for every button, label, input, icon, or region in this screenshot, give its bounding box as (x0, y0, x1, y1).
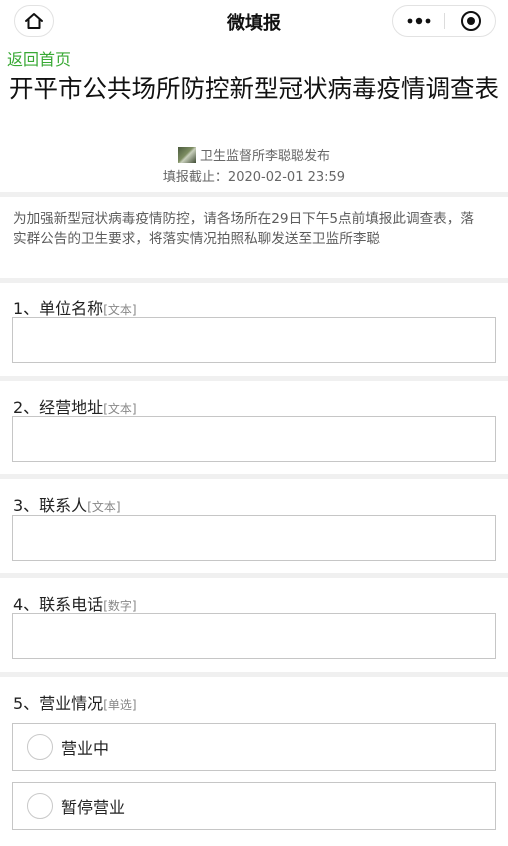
radio-option-label: 暂停营业 (61, 798, 126, 817)
target-close-icon (461, 11, 481, 31)
radio-option-suspended[interactable]: 暂停营业 (12, 782, 496, 830)
question-1-label: 1、单位名称[文本] (13, 295, 137, 319)
question-2-label: 2、经营地址[文本] (13, 394, 137, 418)
question-5-type: [单选] (103, 698, 137, 712)
section-divider (0, 672, 508, 677)
question-1-type: [文本] (103, 303, 137, 317)
more-dots-icon (407, 17, 431, 25)
question-3-title: 3、联系人 (13, 496, 88, 515)
section-divider (0, 278, 508, 283)
section-divider (0, 573, 508, 578)
section-divider (0, 192, 508, 197)
radio-option-open[interactable]: 营业中 (12, 723, 496, 771)
question-5-title: 5、营业情况 (13, 694, 104, 713)
deadline-text: 填报截止：2020-02-01 23:59 (162, 170, 346, 185)
publisher-text: 卫生监督所李聪聪发布 (199, 149, 330, 164)
question-2-title: 2、经营地址 (13, 398, 104, 417)
form-notice: 为加强新型冠状病毒疫情防控，请各场所在29日下午5点前填报此调查表，落实群公告的… (13, 211, 474, 247)
question-1-input[interactable] (12, 317, 496, 363)
question-1-title: 1、单位名称 (13, 299, 104, 318)
section-divider (0, 474, 508, 479)
question-4-label: 4、联系电话[数字] (13, 591, 137, 615)
radio-circle[interactable] (27, 734, 53, 760)
more-button[interactable] (393, 6, 445, 36)
form-title: 开平市公共场所防控新型冠状病毒疫情调查表 (9, 74, 499, 103)
question-2-input[interactable] (12, 416, 496, 462)
question-3-label: 3、联系人[文本] (13, 492, 121, 516)
capsule-menu (392, 5, 496, 37)
back-home-link[interactable]: 返回首页 (7, 46, 71, 70)
question-5-label: 5、营业情况[单选] (13, 690, 137, 714)
radio-circle[interactable] (27, 793, 53, 819)
question-4-type: [数字] (103, 599, 137, 613)
question-4-input[interactable] (12, 613, 496, 659)
publisher-row: 卫生监督所李聪聪发布 (0, 145, 508, 164)
close-button[interactable] (445, 6, 497, 36)
top-bar: 微填报 (0, 0, 508, 42)
radio-option-label: 营业中 (61, 739, 110, 758)
question-2-type: [文本] (103, 402, 137, 416)
question-3-type: [文本] (87, 500, 121, 514)
question-3-input[interactable] (12, 515, 496, 561)
section-divider (0, 376, 508, 381)
question-4-title: 4、联系电话 (13, 595, 104, 614)
publisher-avatar (177, 146, 196, 163)
